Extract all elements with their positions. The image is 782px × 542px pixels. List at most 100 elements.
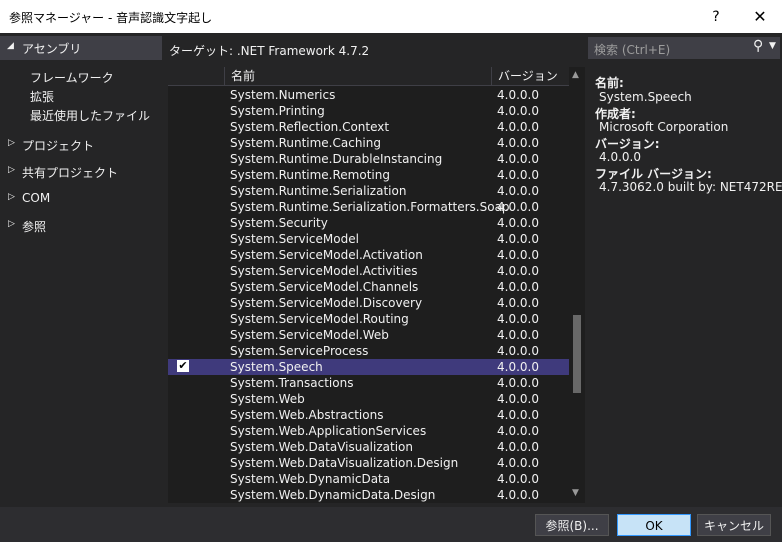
table-row[interactable]: System.Security 4.0.0.0 [168,215,569,231]
target-framework-label: ターゲット: .NET Framework 4.7.2 [169,44,370,58]
sidebar-item-shared-projects[interactable]: ▷ 共有プロジェクト [0,162,162,182]
scroll-up-icon[interactable]: ▲ [572,70,579,80]
assembly-version: 4.0.0.0 [497,152,539,166]
assembly-name: System.Transactions [230,376,354,390]
search-icon[interactable]: ⚲ [753,38,763,54]
table-row[interactable]: System.Web.DataVisualization.Design 4.0.0… [168,455,569,471]
assembly-name: System.Numerics [230,88,336,102]
table-row[interactable]: System.Runtime.Caching 4.0.0.0 [168,135,569,151]
table-row[interactable]: System.ServiceModel.Channels 4.0.0.0 [168,279,569,295]
collapsed-triangle-icon: ▷ [8,165,15,175]
sidebar-item-recent[interactable]: 最近使用したファイル [30,107,150,124]
search-input[interactable]: 検索 (Ctrl+E) [594,41,670,58]
table-row[interactable]: System.ServiceModel.Activation 4.0.0.0 [168,247,569,263]
sidebar-item-assemblies[interactable]: ◢ アセンブリ [0,36,162,60]
sidebar-item-label: プロジェクト [22,139,95,153]
help-button[interactable]: ? [706,7,726,27]
sidebar-item-com[interactable]: ▷ COM [0,189,162,209]
assembly-name: System.Web.DynamicData [230,472,391,486]
sidebar-item-browse[interactable]: ▷ 参照 [0,216,162,236]
assembly-name: System.Web.DataVisualization.Design [230,456,459,470]
column-header-name[interactable]: 名前 [224,67,493,86]
ok-button[interactable]: OK [617,514,691,536]
assembly-name: System.Runtime.DurableInstancing [230,152,443,166]
assembly-name: System.Web.DynamicData.Design [230,488,436,502]
assembly-version: 4.0.0.0 [497,456,539,470]
assembly-name: System.ServiceModel.Routing [230,312,409,326]
assembly-name: System.ServiceModel.Discovery [230,296,423,310]
table-row[interactable]: System.Runtime.DurableInstancing 4.0.0.0 [168,151,569,167]
assembly-name: System.Web.DataVisualization [230,440,413,454]
assembly-version: 4.0.0.0 [497,120,539,134]
assembly-version: 4.0.0.0 [497,488,539,502]
sidebar-item-label: アセンブリ [22,42,82,56]
assembly-version: 4.0.0.0 [497,232,539,246]
sidebar-item-framework[interactable]: フレームワーク [30,69,114,86]
table-row[interactable]: System.ServiceProcess 4.0.0.0 [168,343,569,359]
assembly-version: 4.0.0.0 [497,88,539,102]
assembly-version: 4.0.0.0 [497,392,539,406]
table-row[interactable]: System.ServiceModel 4.0.0.0 [168,231,569,247]
assembly-name: System.Runtime.Caching [230,136,381,150]
scroll-thumb[interactable] [573,315,581,393]
table-row[interactable]: System.Runtime.Remoting 4.0.0.0 [168,167,569,183]
table-row[interactable]: System.Numerics 4.0.0.0 [168,87,569,103]
table-row[interactable]: ✔ System.Speech 4.0.0.0 [168,359,569,375]
table-row[interactable]: System.Web.Abstractions 4.0.0.0 [168,407,569,423]
assembly-version: 4.0.0.0 [497,424,539,438]
table-row[interactable]: System.Web.DynamicData 4.0.0.0 [168,471,569,487]
table-row[interactable]: System.Web.DataVisualization 4.0.0.0 [168,439,569,455]
table-row[interactable]: System.ServiceModel.Activities 4.0.0.0 [168,263,569,279]
table-row[interactable]: System.Transactions 4.0.0.0 [168,375,569,391]
table-row[interactable]: System.Printing 4.0.0.0 [168,103,569,119]
assembly-version: 4.0.0.0 [497,360,539,374]
assembly-name: System.Runtime.Serialization.Formatters.… [230,200,510,214]
assembly-version: 4.0.0.0 [497,472,539,486]
assembly-version: 4.0.0.0 [497,168,539,182]
assembly-name: System.ServiceProcess [230,344,369,358]
close-button[interactable]: ✕ [748,7,772,27]
assembly-version: 4.0.0.0 [497,200,539,214]
table-row[interactable]: System.Web.ApplicationServices 4.0.0.0 [168,423,569,439]
table-row[interactable]: System.ServiceModel.Web 4.0.0.0 [168,327,569,343]
assembly-version: 4.0.0.0 [497,264,539,278]
assembly-name: System.ServiceModel [230,232,359,246]
sidebar-item-projects[interactable]: ▷ プロジェクト [0,135,162,155]
sidebar-item-label: 共有プロジェクト [22,166,119,180]
table-row[interactable]: System.Runtime.Serialization.Formatters.… [168,199,569,215]
assembly-name: System.Security [230,216,328,230]
search-box[interactable]: 検索 (Ctrl+E) ⚲ ▼ [588,37,780,59]
sidebar-item-extensions[interactable]: 拡張 [30,88,54,105]
table-row[interactable]: System.Reflection.Context 4.0.0.0 [168,119,569,135]
assembly-list: 名前 バージョン System.Numerics 4.0.0.0 System.Pr… [168,67,569,503]
list-scrollbar[interactable]: ▲ ▼ [569,67,585,503]
browse-button[interactable]: 参照(B)... [535,514,609,536]
button-bar: 参照(B)... OK キャンセル [0,507,782,542]
assembly-version: 4.0.0.0 [497,376,539,390]
table-row[interactable]: System.ServiceModel.Discovery 4.0.0.0 [168,295,569,311]
assembly-version: 4.0.0.0 [497,408,539,422]
cancel-button[interactable]: キャンセル [697,514,771,536]
assembly-version: 4.0.0.0 [497,248,539,262]
collapsed-triangle-icon: ▷ [8,219,15,229]
collapsed-triangle-icon: ▷ [8,192,15,202]
table-row[interactable]: System.Web 4.0.0.0 [168,391,569,407]
sidebar: ◢ アセンブリ フレームワーク 拡張 最近使用したファイル ▷ プロジェクト ▷… [0,33,162,507]
assembly-name: System.Web.Abstractions [230,408,384,422]
chevron-down-icon[interactable]: ▼ [769,41,776,51]
assembly-version: 4.0.0.0 [497,184,539,198]
assembly-name: System.Printing [230,104,325,118]
table-row[interactable]: System.Web.DynamicData.Design 4.0.0.0 [168,487,569,503]
column-header-version[interactable]: バージョン [491,67,569,86]
table-row[interactable]: System.Runtime.Serialization 4.0.0.0 [168,183,569,199]
assembly-version: 4.0.0.0 [497,104,539,118]
detail-file-version-value: 4.7.3062.0 built by: NET472REL1 [599,180,782,194]
checkbox[interactable]: ✔ [177,360,189,372]
assembly-name: System.Speech [230,360,323,374]
assembly-name: System.Web.ApplicationServices [230,424,427,438]
assembly-version: 4.0.0.0 [497,136,539,150]
table-row[interactable]: System.ServiceModel.Routing 4.0.0.0 [168,311,569,327]
sidebar-item-label: COM [22,191,51,205]
scroll-down-icon[interactable]: ▼ [572,488,579,498]
assembly-name: System.Runtime.Remoting [230,168,390,182]
